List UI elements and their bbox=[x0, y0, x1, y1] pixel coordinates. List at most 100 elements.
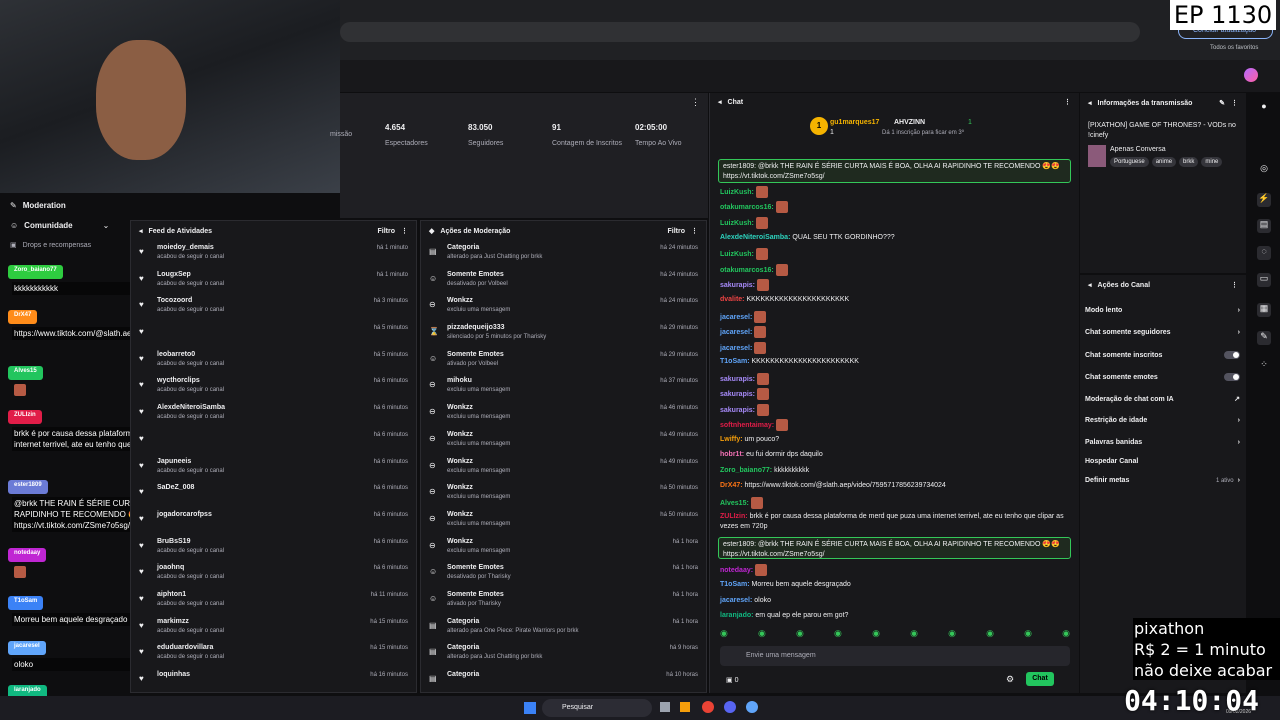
list-item[interactable]: ♥ há 6 minutos bbox=[131, 428, 416, 455]
channel-points[interactable]: ▣ 0 bbox=[726, 676, 738, 684]
list-item[interactable]: ♥ AlexdeNiteroiSamba acabou de seguir o ca… bbox=[131, 401, 416, 428]
list-item[interactable]: ♥ markimzz acabou de seguir o canal há 15 m… bbox=[131, 615, 416, 642]
list-item[interactable]: ☺ Somente Emotes desativado por Volbeel há … bbox=[421, 268, 706, 295]
chat-username[interactable]: DrX47: bbox=[720, 482, 743, 489]
info-icon[interactable]: ● bbox=[1257, 101, 1271, 115]
more-icon[interactable]: ⋮ bbox=[1231, 281, 1238, 289]
more-icon[interactable]: ⋮ bbox=[691, 227, 698, 235]
chat-line[interactable]: Zoro_baiano77: kkkkkkkkkk bbox=[720, 466, 1070, 476]
channel-action-row[interactable]: Definir metas 1 ativo › bbox=[1085, 477, 1240, 484]
channel-action-row[interactable]: Moderação de chat com IA ↗ bbox=[1085, 395, 1240, 404]
chat-username[interactable]: LuizKush: bbox=[720, 220, 754, 227]
chat-username[interactable]: laranjado: bbox=[720, 612, 753, 619]
more-icon[interactable]: ⋮ bbox=[691, 97, 700, 108]
channel-action-control[interactable]: › bbox=[1238, 307, 1240, 314]
channel-action-row[interactable]: Chat somente seguidores › bbox=[1085, 329, 1240, 336]
list-item[interactable]: ▤ Categoria há 10 horas bbox=[421, 668, 706, 695]
list-item[interactable]: ☺ Somente Emotes ativado por Volbeel há 29 … bbox=[421, 348, 706, 375]
more-icon[interactable]: ⋮ bbox=[1064, 98, 1071, 106]
list-item[interactable]: ♥ aiphton1 acabou de seguir o canal há 11 m… bbox=[131, 588, 416, 615]
chat-line[interactable]: otakumarcos16: bbox=[720, 201, 1070, 213]
tag-pill[interactable]: anime bbox=[1151, 157, 1177, 167]
list-item[interactable]: ⊖ Wonkzz excluiu uma mensagem há 50 minutos bbox=[421, 508, 706, 535]
drops-menu-item[interactable]: ▣ Drops e recompensas bbox=[10, 241, 91, 250]
chat-line[interactable]: sakurapis: bbox=[720, 404, 1070, 416]
list-item[interactable]: ⊖ Wonkzz excluiu uma mensagem há 1 hora bbox=[421, 535, 706, 562]
chat-line[interactable]: sakurapis: bbox=[720, 373, 1070, 385]
address-bar[interactable] bbox=[340, 22, 1140, 42]
channel-action-row[interactable]: Chat somente inscritos bbox=[1085, 351, 1240, 359]
chat-username[interactable]: jacaresel bbox=[8, 641, 46, 655]
channel-action-row[interactable]: Hospedar Canal bbox=[1085, 458, 1240, 465]
channel-action-control[interactable] bbox=[1224, 351, 1240, 359]
channel-action-row[interactable]: Chat somente emotes bbox=[1085, 373, 1240, 381]
channel-action-row[interactable]: Restrição de idade › bbox=[1085, 417, 1240, 424]
chat-username[interactable]: notedaay: bbox=[720, 567, 753, 574]
chat-username[interactable]: sakurapis: bbox=[720, 376, 755, 383]
chat-line[interactable]: sakurapis: bbox=[720, 388, 1070, 400]
chat-username[interactable]: Lwiffy: bbox=[720, 436, 743, 443]
tool-icon[interactable]: ✎ bbox=[1257, 331, 1271, 345]
chat-username[interactable]: Zoro_baiano77: bbox=[720, 467, 772, 474]
chat-line[interactable]: LuizKush: bbox=[720, 186, 1070, 198]
chat-username[interactable]: ZULIzin bbox=[8, 410, 42, 424]
chat-line[interactable]: otakumarcos16: bbox=[720, 264, 1070, 276]
chat-line[interactable]: LuizKush: bbox=[720, 217, 1070, 229]
emote-icon[interactable]: ◉ bbox=[872, 628, 880, 639]
chat-input[interactable]: Envie uma mensagem bbox=[720, 646, 1070, 666]
highlighted-message-top[interactable]: ester1809: @brkk THE RAIN É SÉRIE CURTA … bbox=[718, 159, 1071, 183]
ad-icon[interactable]: ▭ bbox=[1257, 273, 1271, 287]
toggle-switch[interactable] bbox=[1224, 351, 1240, 359]
list-item[interactable]: ♥ LougxSep acabou de seguir o canal há 1 mi… bbox=[131, 268, 416, 295]
avatar[interactable] bbox=[1244, 68, 1258, 82]
taskbar-search[interactable]: Pesquisar bbox=[542, 699, 652, 717]
chat-line[interactable]: dvalite: KKKKKKKKKKKKKKKKKKKKKK bbox=[720, 295, 1070, 305]
emote-icon[interactable]: ◉ bbox=[758, 628, 766, 639]
mod-filter-button[interactable]: Filtro bbox=[668, 228, 686, 235]
list-item[interactable]: ♥ loquinhas há 16 minutos bbox=[131, 668, 416, 695]
chat-line[interactable]: Lwiffy: um pouco? bbox=[720, 435, 1070, 445]
emote-icon[interactable]: ◉ bbox=[986, 628, 994, 639]
list-item[interactable]: ☺ Somente Emotes desativado por Tharisky há… bbox=[421, 561, 706, 588]
chat-line[interactable]: LuizKush: bbox=[720, 248, 1070, 260]
shield-icon[interactable]: ▦ bbox=[1257, 303, 1271, 317]
list-item[interactable]: ⊖ Wonkzz excluiu uma mensagem há 50 minutos bbox=[421, 481, 706, 508]
chat-line[interactable]: Alves15: bbox=[720, 497, 1070, 509]
discord-icon[interactable] bbox=[724, 701, 736, 713]
tab-strip[interactable] bbox=[340, 0, 1280, 20]
list-item[interactable]: ♥ Japuneeis acabou de seguir o canal há 6 m… bbox=[131, 455, 416, 482]
chat-username[interactable]: LuizKush: bbox=[720, 251, 754, 258]
list-item[interactable]: ♥ moiedoy_demais acabou de seguir o canal h… bbox=[131, 241, 416, 268]
chat-username[interactable]: T1oSam: bbox=[720, 581, 750, 588]
chat-line[interactable]: jacaresel: bbox=[720, 326, 1070, 338]
gear-icon[interactable]: ⚙ bbox=[1006, 674, 1014, 685]
chat-username[interactable]: sakurapis: bbox=[720, 391, 755, 398]
channel-action-row[interactable]: Modo lento › bbox=[1085, 307, 1240, 314]
category-name[interactable]: Apenas Conversa bbox=[1110, 146, 1166, 153]
list-item[interactable]: ♥ Tocozoord acabou de seguir o canal há 3 m… bbox=[131, 294, 416, 321]
chat-username[interactable]: ZULIzin: bbox=[720, 513, 748, 520]
chat-username[interactable]: T1oSam: bbox=[720, 358, 750, 365]
chat-username[interactable]: notedaay bbox=[8, 548, 47, 562]
chat-line[interactable]: jacaresel: oloko bbox=[720, 596, 1070, 606]
chat-username[interactable]: sakurapis: bbox=[720, 407, 755, 414]
community-menu-item[interactable]: ☺ Comunidade ⌄ bbox=[10, 221, 109, 230]
chat-line[interactable]: AlexdeNiteroiSamba: QUAL SEU TTK GORDINH… bbox=[720, 233, 1070, 243]
chat-line[interactable]: DrX47: https://www.tiktok.com/@slath.aep… bbox=[720, 481, 1070, 491]
emote-icon[interactable]: ◉ bbox=[910, 628, 918, 639]
list-item[interactable]: ♥ joaohnq acabou de seguir o canal há 6 min… bbox=[131, 561, 416, 588]
more-icon[interactable]: ⋮ bbox=[401, 227, 408, 235]
highlighted-message-bottom[interactable]: ester1809: @brkk THE RAIN É SÉRIE CURTA … bbox=[718, 537, 1071, 559]
chat-username[interactable]: jacaresel: bbox=[720, 314, 752, 321]
list-item[interactable]: ♥ jogadorcarofpss há 6 minutos bbox=[131, 508, 416, 535]
list-item[interactable]: ♥ BruBsS19 acabou de seguir o canal há 6 mi… bbox=[131, 535, 416, 562]
list-item[interactable]: ⊖ mihoku excluiu uma mensagem há 37 minutos bbox=[421, 374, 706, 401]
windows-start-icon[interactable] bbox=[524, 702, 536, 714]
channel-action-row[interactable]: Palavras banidas › bbox=[1085, 439, 1240, 446]
channel-action-control[interactable]: ↗ bbox=[1234, 395, 1240, 403]
chat-line[interactable]: sakurapis: bbox=[720, 279, 1070, 291]
chat-line[interactable]: hobr1t: eu fui dormir dps daquilo bbox=[720, 450, 1070, 460]
task-view-icon[interactable] bbox=[660, 702, 670, 712]
chat-username[interactable]: AlexdeNiteroiSamba: bbox=[720, 234, 790, 241]
list-item[interactable]: ⊖ Wonkzz excluiu uma mensagem há 49 minutos bbox=[421, 428, 706, 455]
